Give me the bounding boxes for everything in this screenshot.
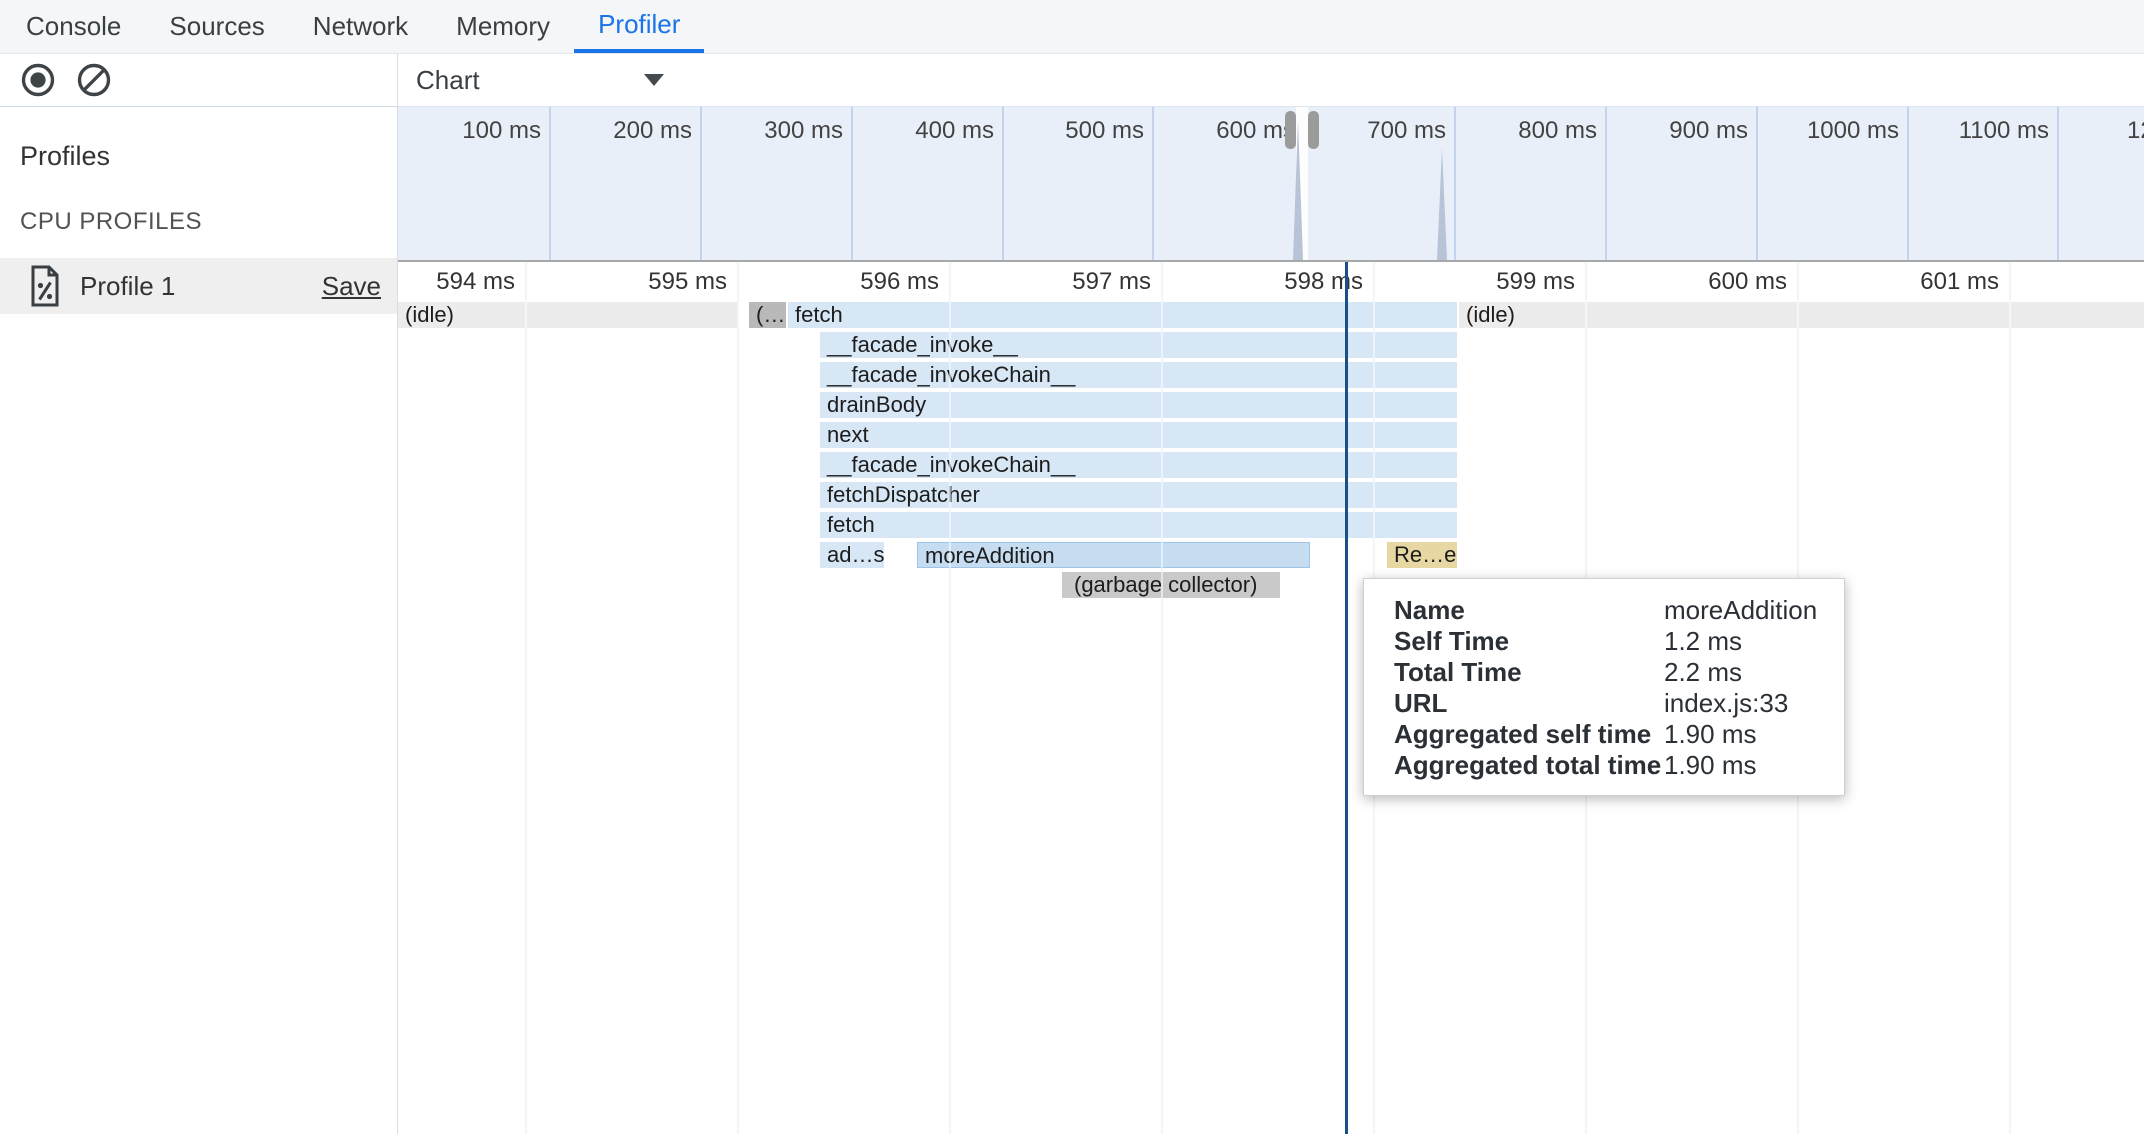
profiler-main-panel: Chart 100 ms200 ms300 ms400 ms500 ms600 … (398, 54, 2144, 1134)
profile-document-icon (28, 265, 62, 307)
tab-profiler[interactable]: Profiler (574, 0, 704, 53)
flame-bar-frame[interactable]: (… (749, 302, 786, 328)
tooltip-value: 1.2 ms (1664, 626, 1742, 657)
flame-bar-fetchdispatcher[interactable]: fetchDispatcher (820, 482, 1457, 508)
overview-tick-label: 900 ms (1578, 117, 1748, 145)
view-mode-dropdown[interactable]: Chart (398, 65, 664, 96)
time-gridline-overlay (1161, 262, 1163, 1134)
flame-bar-facade-invokechain[interactable]: __facade_invokeChain__ (820, 452, 1457, 478)
flame-bar-fetch[interactable]: fetch (820, 512, 1457, 538)
tooltip-value: 1.90 ms (1664, 719, 1757, 750)
time-gridline-overlay (2009, 262, 2011, 1134)
tab-sources[interactable]: Sources (145, 0, 288, 53)
tab-bar: ConsoleSourcesNetworkMemoryProfiler (0, 0, 2144, 54)
tooltip-label: Name (1394, 595, 1465, 626)
flame-bar-garbage-collector[interactable]: (garbage collector) (1062, 572, 1280, 598)
tooltip-value: 1.90 ms (1664, 750, 1757, 781)
save-profile-link[interactable]: Save (322, 271, 381, 302)
flame-bar-fetch[interactable]: fetch (788, 302, 1457, 328)
tooltip-label: Self Time (1394, 626, 1509, 657)
tooltip-row: Total Time 2.2 ms (1364, 657, 1844, 688)
tooltip-value: moreAddition (1664, 595, 1817, 626)
profiler-view-toolbar: Chart (398, 54, 2144, 106)
timeline-overview[interactable]: 100 ms200 ms300 ms400 ms500 ms600 ms700 … (398, 106, 2144, 262)
ruler-tick-label: 596 ms (769, 268, 939, 296)
flame-chart: 594 ms 595 ms 596 ms 597 ms 598 ms 599 ms 600 … (398, 262, 2144, 1134)
overview-tick-line (2057, 107, 2059, 260)
devtools-profiler-panel: ConsoleSourcesNetworkMemoryProfiler Prof… (0, 0, 2144, 1134)
overview-tick-label: 300 ms (673, 117, 843, 145)
flame-bar-facade-invoke[interactable]: __facade_invoke__ (820, 332, 1457, 358)
flame-bar-idle[interactable]: (idle) (1459, 302, 2144, 328)
tab-memory[interactable]: Memory (432, 0, 574, 53)
cpu-activity-spike (1437, 148, 1447, 260)
record-icon (20, 62, 56, 98)
overview-tick-label: 100 ms (398, 117, 541, 145)
ruler-tick-label: 600 ms (1617, 268, 1787, 296)
flame-bar-re-e[interactable]: Re…e (1387, 542, 1457, 568)
flame-bar-next[interactable]: next (820, 422, 1457, 448)
time-gridline-overlay (525, 262, 527, 1134)
ruler-tick-label: 597 ms (981, 268, 1151, 296)
profiles-heading: Profiles (20, 141, 397, 172)
profiles-sidebar: Profiles CPU PROFILES Profile 1 Save (0, 54, 398, 1134)
time-gridline-overlay (949, 262, 951, 1134)
ruler-tick-label: 594 ms (398, 268, 515, 296)
overview-tick-label: 12 (2127, 117, 2144, 145)
tab-network[interactable]: Network (289, 0, 432, 53)
tooltip-row: Aggregated total time1.90 ms (1364, 750, 1844, 781)
tooltip-row: URL index.js:33 (1364, 688, 1844, 719)
playhead-line (1345, 262, 1348, 1134)
overview-tick-label: 600 ms (1125, 117, 1295, 145)
tooltip-label: Total Time (1394, 657, 1522, 688)
overview-tick-label: 500 ms (974, 117, 1144, 145)
chevron-down-icon (644, 74, 664, 86)
flame-bar-idle[interactable]: (idle) (398, 302, 737, 328)
profile-list-item[interactable]: Profile 1 Save (0, 258, 397, 314)
overview-tick-label: 400 ms (824, 117, 994, 145)
tab-console[interactable]: Console (2, 0, 145, 53)
ruler-tick-label: 599 ms (1405, 268, 1575, 296)
overview-tick-label: 200 ms (522, 117, 692, 145)
profile-name: Profile 1 (80, 271, 175, 302)
flame-bar-moreaddition[interactable]: moreAddition (917, 542, 1310, 568)
flame-bar-facade-invokechain[interactable]: __facade_invokeChain__ (820, 362, 1457, 388)
selection-handle-left[interactable] (1285, 111, 1296, 149)
flame-bar-ad-s[interactable]: ad…s (820, 542, 884, 568)
clear-icon (76, 62, 112, 98)
cpu-profiles-section-heading: CPU PROFILES (20, 208, 397, 236)
overview-tick-label: 1000 ms (1729, 117, 1899, 145)
tooltip-label: URL (1394, 688, 1447, 719)
tooltip-value: index.js:33 (1664, 688, 1788, 719)
view-mode-label: Chart (416, 65, 480, 96)
tooltip-row: Aggregated self time 1.90 ms (1364, 719, 1844, 750)
tooltip-row: Self Time 1.2 ms (1364, 626, 1844, 657)
time-gridline-overlay (737, 262, 739, 1134)
tooltip-value: 2.2 ms (1664, 657, 1742, 688)
ruler-tick-label: 595 ms (557, 268, 727, 296)
selection-handle-right[interactable] (1308, 111, 1319, 149)
tooltip-label: Aggregated total time (1394, 750, 1661, 781)
frame-tooltip: NamemoreAdditionSelf Time1.2 msTotal Tim… (1363, 578, 1845, 796)
profiles-toolbar (0, 54, 397, 107)
clear-profiles-button[interactable] (74, 60, 114, 100)
record-profile-button[interactable] (18, 60, 58, 100)
tooltip-label: Aggregated self time (1394, 719, 1651, 750)
tooltip-row: Name moreAddition (1364, 595, 1844, 626)
overview-tick-label: 1100 ms (1879, 117, 2049, 145)
overview-tick-label: 800 ms (1427, 117, 1597, 145)
ruler-tick-label: 598 ms (1193, 268, 1363, 296)
flame-bar-drainbody[interactable]: drainBody (820, 392, 1457, 418)
ruler-tick-label: 601 ms (1829, 268, 1999, 296)
